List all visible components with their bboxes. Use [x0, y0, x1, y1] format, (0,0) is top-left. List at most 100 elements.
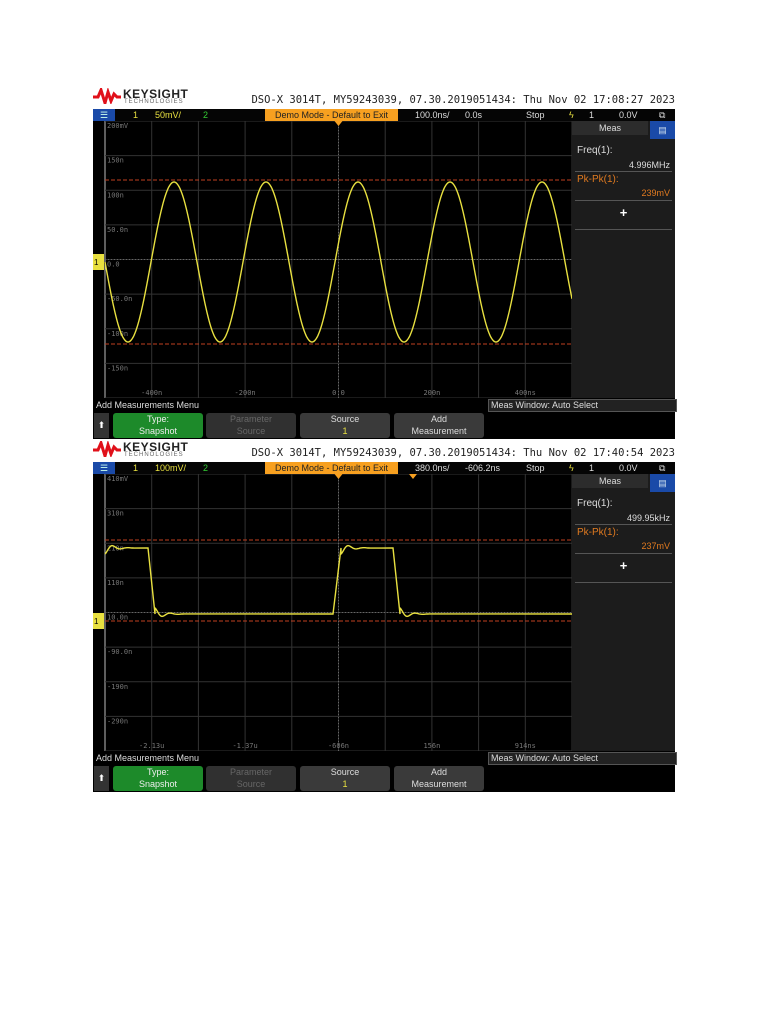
type-button[interactable]: Type: Snapshot [113, 413, 203, 438]
run-status[interactable]: Stop [526, 109, 545, 121]
meas-panel-menu-button[interactable]: ▤ [650, 474, 675, 492]
x-axis-label: -1.37u [232, 742, 257, 750]
add-measurement-plus-button[interactable]: + [572, 558, 675, 573]
y-axis-label: -190n [107, 683, 128, 691]
y-axis-label: -290n [107, 717, 128, 725]
trigger-position-marker [334, 474, 343, 479]
y-axis-label: 310n [107, 510, 124, 518]
parameter-button-label: Parameter [229, 414, 273, 424]
timebase[interactable]: 100.0ns/ [415, 109, 450, 121]
screen-capture-icon[interactable]: ⧉ [659, 462, 665, 474]
oscilloscope-screenshot: KEYSIGHT TECHNOLOGIES DSO-X 3014T, MY59243… [93, 439, 677, 792]
trigger-level[interactable]: 0.0V [619, 462, 638, 474]
menu-icon[interactable]: ☰ [93, 109, 115, 121]
divider [575, 582, 672, 583]
divider [575, 200, 672, 201]
softkey-row: ⬆ Type: Snapshot Parameter Source Source 1 Add M… [93, 412, 675, 439]
demo-mode-banner[interactable]: Demo Mode - Default to Exit [265, 462, 399, 474]
meas-window-indicator: Meas Window: Auto Select [488, 752, 677, 765]
y-axis-label: 110n [107, 579, 124, 587]
add-measurement-button[interactable]: Add Measurement [394, 766, 484, 791]
trigger-source[interactable]: 1 [589, 462, 594, 474]
channel-1-label[interactable]: 1 [133, 462, 138, 474]
waveform-display[interactable]: 200mV 150n 100n 50.0n 0.0 -50.0n -100n -150n -40… [93, 120, 573, 399]
oscilloscope-screenshot: KEYSIGHT TECHNOLOGIES DSO-X 3014T, MY59243… [93, 86, 677, 439]
x-axis-label: -2.13u [139, 742, 164, 750]
type-button-label: Type: [146, 767, 169, 777]
source-button-label: Source [330, 767, 360, 777]
softkey-menu-bar: Add Measurements Menu Meas Window: Auto S… [93, 398, 677, 412]
status-bar: ☰ 1 100mV/2 Demo Mode - Default to Exit 380.… [93, 462, 675, 474]
source-button-value: 1 [342, 779, 348, 789]
channel-1-scale[interactable]: 50mV/ [155, 109, 181, 121]
meas-2-value: 237mV [641, 541, 670, 551]
type-button[interactable]: Type: Snapshot [113, 766, 203, 791]
y-axis-label: 200mV [107, 122, 129, 130]
menu-icon[interactable]: ☰ [93, 462, 115, 474]
trigger-edge-icon: ϟ [569, 463, 574, 473]
keysight-wave-icon [93, 441, 121, 457]
y-axis-label: 10.0n [107, 614, 128, 622]
graticule: 200mV150n100n50.0n0.0-50.0n-100n-150n-40… [93, 120, 573, 399]
keysight-wave-icon [93, 88, 121, 104]
logo-subtext: TECHNOLOGIES [124, 99, 184, 105]
menu-title: Add Measurements Menu [96, 753, 200, 763]
meas-2-label: Pk-Pk(1): [577, 174, 619, 185]
meas-2-value: 239mV [641, 188, 670, 198]
y-axis-label: 0.0 [107, 261, 120, 269]
menu-up-button[interactable]: ⬆ [94, 413, 109, 438]
add-measurement-plus-button[interactable]: + [572, 205, 675, 220]
add-measurement-button[interactable]: Add Measurement [394, 413, 484, 438]
y-axis-label: 410mV [107, 475, 129, 483]
trigger-edge-icon: ϟ [569, 110, 574, 120]
source-button-value: 1 [342, 426, 348, 436]
channel-1-ground-label: 1 [94, 617, 99, 626]
type-button-label: Type: [146, 414, 169, 424]
x-axis-label: 0.0 [332, 389, 345, 397]
source-button-label: Source [330, 414, 360, 424]
trigger-source[interactable]: 1 [589, 109, 594, 121]
y-axis-label: 50.0n [107, 226, 128, 234]
x-axis-label: -200n [235, 389, 256, 397]
meas-2-label: Pk-Pk(1): [577, 527, 619, 538]
divider [575, 524, 672, 525]
channel-2-label[interactable]: 2 [203, 109, 208, 121]
timebase[interactable]: 380.0ns/ [415, 462, 450, 474]
add-measurement-button-label: Add [430, 414, 447, 424]
add-measurement-button-value: Measurement [411, 779, 467, 789]
meas-tab[interactable]: Meas [572, 121, 648, 135]
channel-1-label[interactable]: 1 [133, 109, 138, 121]
source-button[interactable]: Source 1 [300, 766, 390, 791]
menu-up-button[interactable]: ⬆ [94, 766, 109, 791]
run-status[interactable]: Stop [526, 462, 545, 474]
type-button-value: Snapshot [138, 426, 178, 436]
meas-1-label: Freq(1): [577, 145, 613, 156]
trigger-level[interactable]: 0.0V [619, 109, 638, 121]
y-axis-label: -150n [107, 364, 128, 372]
delay[interactable]: 0.0s [465, 109, 482, 121]
y-axis-label: 150n [107, 157, 124, 165]
softkey-row: ⬆ Type: Snapshot Parameter Source Source 1 Add M… [93, 765, 675, 792]
x-axis-label: 400ns [515, 389, 536, 397]
parameter-button[interactable]: Parameter Source [206, 766, 296, 791]
waveform-display[interactable]: 410mV 310n 210n 110n 10.0n -90.0n -190n -290n -2… [93, 473, 573, 752]
screen-capture-icon[interactable]: ⧉ [659, 109, 665, 121]
measurements-panel: Meas ▤ Freq(1): 4.996MHz Pk-Pk(1): 239mV + [572, 121, 675, 398]
x-axis-label: -606n [328, 742, 349, 750]
delay[interactable]: -606.2ns [465, 462, 500, 474]
graticule: 410mV310n210n110n10.0n-90.0n-190n-290n-2… [93, 473, 573, 752]
demo-mode-banner[interactable]: Demo Mode - Default to Exit [265, 109, 399, 121]
channel-1-scale[interactable]: 100mV/ [155, 462, 186, 474]
x-axis-label: 914ns [515, 742, 536, 750]
trigger-position-marker [409, 474, 417, 479]
source-button[interactable]: Source 1 [300, 413, 390, 438]
meas-panel-menu-button[interactable]: ▤ [650, 121, 675, 139]
parameter-button-label: Parameter [229, 767, 273, 777]
trigger-position-marker [334, 121, 343, 126]
divider [575, 229, 672, 230]
status-bar: ☰ 1 50mV/2 Demo Mode - Default to Exit 100.0… [93, 109, 675, 121]
meas-tab[interactable]: Meas [572, 474, 648, 488]
meas-1-value: 4.996MHz [628, 160, 670, 170]
channel-2-label[interactable]: 2 [203, 462, 208, 474]
parameter-button[interactable]: Parameter Source [206, 413, 296, 438]
